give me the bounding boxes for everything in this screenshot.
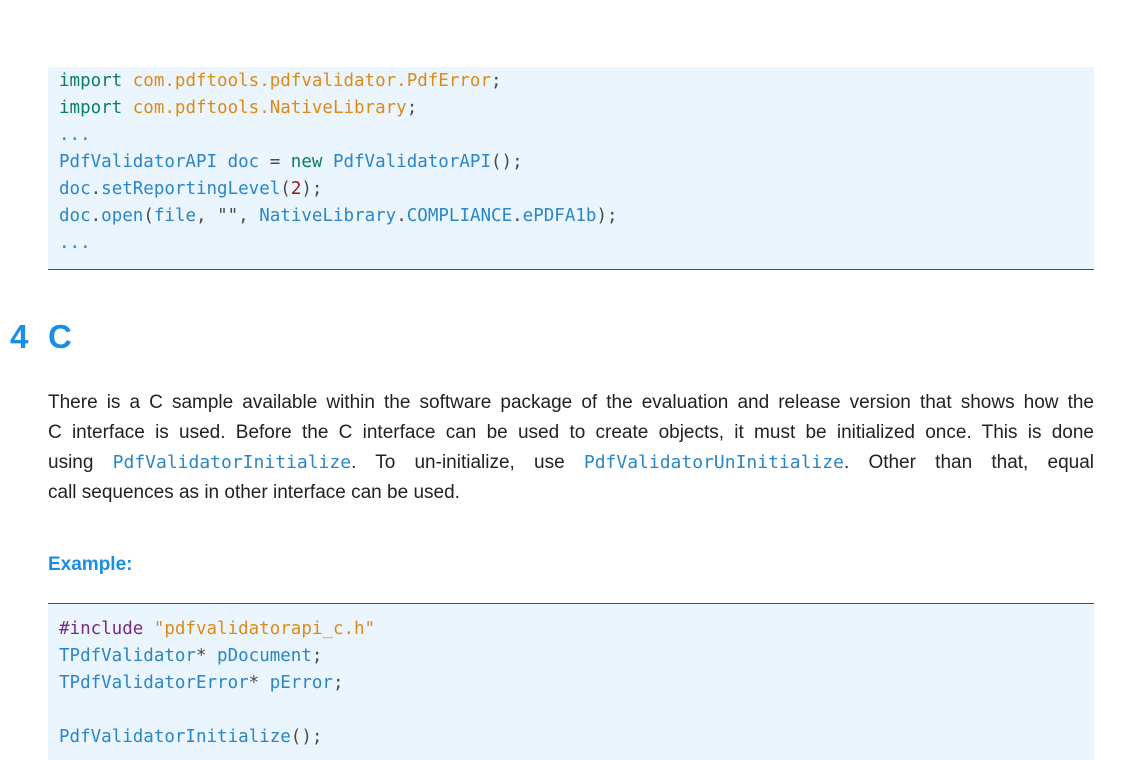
- code-token: ,: [196, 206, 218, 226]
- code-token: ;: [491, 71, 502, 91]
- code-token: com.pdftools.pdfvalidator.PdfError: [132, 71, 491, 91]
- code-token: doc: [59, 206, 91, 226]
- code-line: #include "pdfvalidatorapi_c.h": [59, 618, 375, 640]
- code-token: setReportingLevel: [101, 179, 281, 199]
- paragraph-text: . To un-initialize, use: [351, 452, 584, 473]
- paragraph-text: using: [48, 452, 113, 473]
- code-token: );: [301, 179, 323, 199]
- code-token: "pdfvalidatorapi_c.h": [153, 619, 376, 639]
- code-token: NativeLibrary: [259, 206, 397, 226]
- code-token: ;: [406, 98, 418, 118]
- code-line: PdfValidatorAPI doc = new PdfValidatorAP…: [59, 151, 523, 173]
- code-line: import com.pdftools.pdfvalidator.PdfErro…: [59, 70, 502, 92]
- code-token: ;: [332, 673, 344, 693]
- code-token: TPdfValidator: [59, 646, 196, 666]
- section-heading: 4C: [10, 318, 72, 356]
- code-token: 2: [290, 179, 302, 199]
- code-token: *: [248, 673, 270, 693]
- section-number: 4: [10, 318, 29, 355]
- inline-code-initialize: PdfValidatorInitialize: [112, 452, 352, 473]
- code-token: open: [101, 206, 144, 226]
- paragraph-line-4: call sequences as in other interface can…: [48, 482, 460, 503]
- code-token: ...: [59, 233, 91, 253]
- code-line: doc.setReportingLevel(2);: [59, 178, 322, 200]
- code-token: #include: [59, 619, 154, 639]
- code-token: TPdfValidatorError: [59, 673, 249, 693]
- example-label: Example:: [48, 554, 133, 575]
- code-token: new: [290, 152, 333, 172]
- code-token: pDocument: [217, 646, 312, 666]
- code-token: com.pdftools.NativeLibrary: [132, 98, 407, 118]
- code-token: ...: [59, 125, 91, 145]
- code-token: (: [143, 206, 154, 226]
- code-token: (: [280, 179, 291, 199]
- code-token: .: [396, 206, 407, 226]
- c-code-block: #include "pdfvalidatorapi_c.h" TPdfValida…: [48, 603, 1094, 760]
- code-line: PdfValidatorInitialize();: [59, 726, 322, 748]
- code-token: .: [90, 179, 102, 199]
- code-token: );: [596, 206, 618, 226]
- paragraph-line-2: C interface is used. Before the C interf…: [48, 422, 1094, 443]
- code-line: TPdfValidatorError* pError;: [59, 672, 344, 694]
- code-token: .: [90, 206, 102, 226]
- code-line: TPdfValidator* pDocument;: [59, 645, 322, 667]
- code-token: ePDFA1b: [522, 206, 597, 226]
- code-token: .: [512, 206, 523, 226]
- java-code-block: import com.pdftools.pdfvalidator.PdfErro…: [48, 67, 1094, 270]
- code-token: import: [59, 98, 133, 118]
- code-token: *: [195, 646, 218, 666]
- code-token: COMPLIANCE: [406, 206, 513, 226]
- code-token: ();: [491, 152, 523, 172]
- inline-code-uninitialize: PdfValidatorUnInitialize: [583, 452, 844, 473]
- code-token: PdfValidatorInitialize: [59, 727, 291, 747]
- body-paragraph: There is a C sample available within the…: [48, 388, 1094, 508]
- code-token: PdfValidatorAPI doc: [59, 152, 270, 172]
- code-token: ();: [290, 727, 323, 747]
- code-token: "": [217, 206, 239, 226]
- code-line: import com.pdftools.NativeLibrary;: [59, 97, 417, 119]
- code-token: ;: [311, 646, 323, 666]
- code-token: doc: [59, 179, 91, 199]
- code-token: =: [269, 152, 291, 172]
- code-line: doc.open(file, "", NativeLibrary.COMPLIA…: [59, 205, 618, 227]
- paragraph-line-3: using PdfValidatorInitialize. To un-init…: [48, 448, 1094, 478]
- section-title: C: [48, 318, 72, 355]
- code-token: PdfValidatorAPI: [332, 152, 491, 172]
- paragraph-line-1: There is a C sample available within the…: [48, 392, 1094, 413]
- code-token: pError: [269, 673, 333, 693]
- code-token: file: [153, 206, 197, 226]
- code-line: ...: [59, 124, 91, 146]
- code-line: ...: [59, 232, 91, 254]
- paragraph-text: . Other than that, equal: [843, 452, 1095, 473]
- code-token: ,: [238, 206, 260, 226]
- code-token: import: [59, 71, 133, 91]
